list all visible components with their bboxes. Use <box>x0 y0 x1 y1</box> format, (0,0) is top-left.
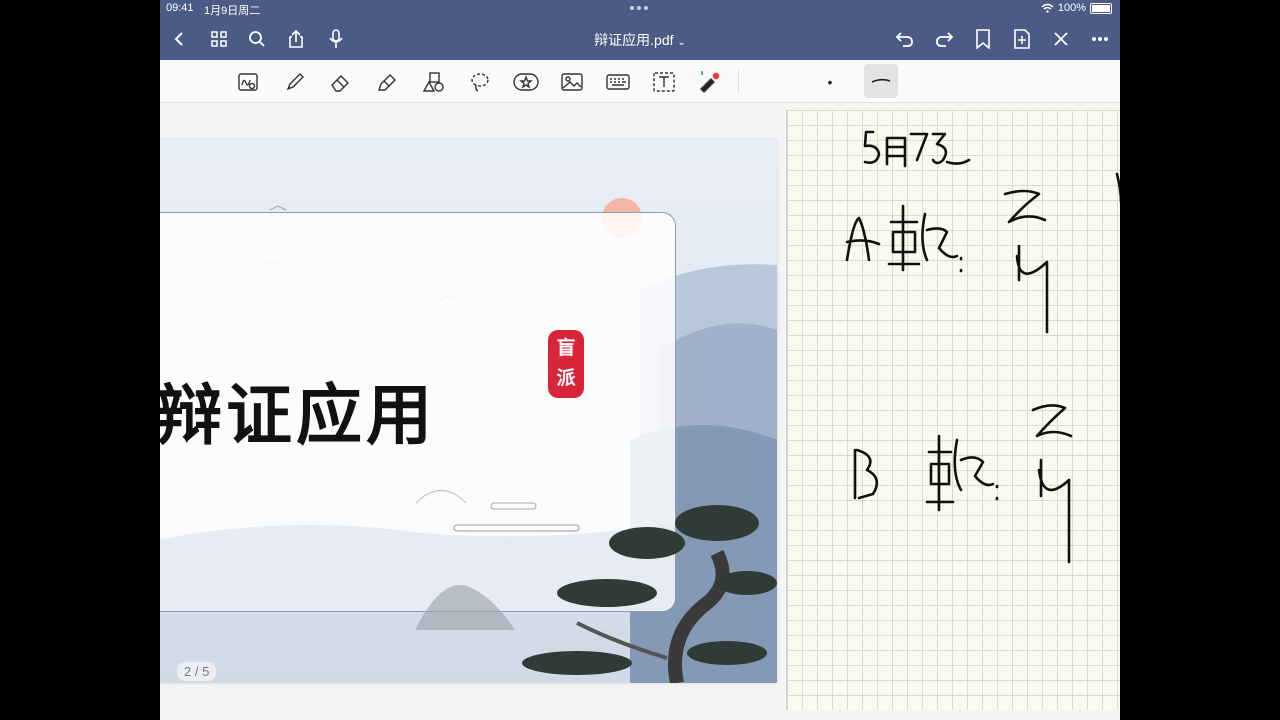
status-right: 100% <box>1041 2 1112 14</box>
page-indicator: 2 / 5 <box>177 662 217 681</box>
slide-title: 辩证应用 <box>160 376 436 454</box>
mountain-ink-wash <box>415 585 515 630</box>
seal-stamp: 盲 派 <box>548 330 584 398</box>
seal-char-2: 派 <box>556 368 576 389</box>
handwriting-search-icon[interactable] <box>234 68 262 96</box>
keyboard-icon[interactable] <box>604 68 632 96</box>
pen-size-dot[interactable]: • <box>816 68 844 96</box>
shapes-icon[interactable] <box>420 68 448 96</box>
handwriting-strokes <box>845 130 1120 564</box>
stroke-curve-icon <box>871 78 891 83</box>
stroke-style-selected[interactable] <box>864 64 898 98</box>
battery-icon <box>1090 2 1112 14</box>
more-icon[interactable] <box>1087 26 1113 52</box>
pine-tree-illustration <box>522 505 777 683</box>
bookmark-icon[interactable] <box>970 26 996 52</box>
text-box-icon[interactable] <box>650 68 678 96</box>
add-page-icon[interactable] <box>1009 26 1035 52</box>
close-icon[interactable] <box>1048 26 1074 52</box>
redo-icon[interactable] <box>931 26 957 52</box>
pen-size-dot-glyph: • <box>827 74 833 90</box>
status-date: 1月9日周二 <box>204 5 261 17</box>
laser-pointer-icon[interactable] <box>696 68 724 96</box>
eraser-icon[interactable] <box>327 68 355 96</box>
lasso-icon[interactable] <box>466 68 494 96</box>
undo-icon[interactable] <box>892 26 918 52</box>
chevron-down-icon: ⌄ <box>677 37 686 48</box>
pdf-slide[interactable]: 盲 派 辩证应用 <box>160 140 777 683</box>
multitask-dots[interactable] <box>630 6 648 10</box>
toolbar-divider <box>738 70 739 92</box>
sticker-icon[interactable] <box>512 68 540 96</box>
image-icon[interactable] <box>558 68 586 96</box>
battery-percent: 100% <box>1057 2 1086 14</box>
seal-char-1: 盲 <box>556 338 576 359</box>
wifi-icon <box>1041 3 1054 13</box>
navigation-bar: 09:41 1月9日周二 100% 辩证应用.pdf ⌄ <box>160 0 1120 60</box>
notes-paper[interactable] <box>786 110 1120 710</box>
app-screen: 09:41 1月9日周二 100% 辩证应用.pdf ⌄ • 盲 派 辩证应用 … <box>160 0 1120 720</box>
tool-bar: • <box>160 60 1120 103</box>
pen-icon[interactable] <box>281 68 309 96</box>
highlighter-icon[interactable] <box>373 68 401 96</box>
status-time: 09:41 <box>166 2 194 14</box>
document-title-text: 辩证应用.pdf <box>594 32 674 48</box>
